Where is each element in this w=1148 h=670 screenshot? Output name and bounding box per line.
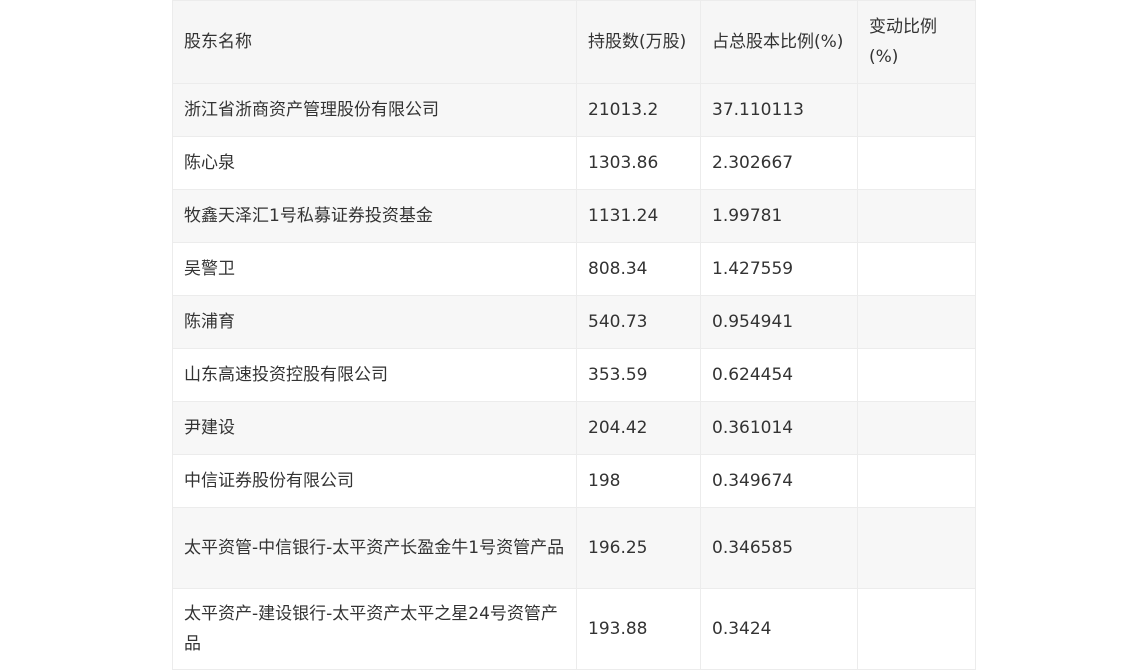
table-header-row: 股东名称 持股数(万股) 占总股本比例(%) 变动比例(%) (172, 0, 976, 84)
shareholder-table-container: 股东名称 持股数(万股) 占总股本比例(%) 变动比例(%) 浙江省浙商资产管理… (172, 0, 976, 670)
cell-shares: 196.25 (576, 507, 701, 589)
cell-ratio: 2.302667 (700, 136, 858, 190)
header-shareholder-name: 股东名称 (172, 0, 577, 84)
header-share-ratio: 占总股本比例(%) (700, 0, 858, 84)
cell-shares: 1303.86 (576, 136, 701, 190)
cell-name: 陈心泉 (172, 136, 577, 190)
cell-shares: 353.59 (576, 348, 701, 402)
cell-change (857, 242, 976, 296)
cell-change (857, 588, 976, 670)
cell-change (857, 136, 976, 190)
cell-name: 中信证券股份有限公司 (172, 454, 577, 508)
table-row: 山东高速投资控股有限公司 353.59 0.624454 (172, 348, 976, 402)
cell-shares: 193.88 (576, 588, 701, 670)
cell-change (857, 295, 976, 349)
table-row: 陈心泉 1303.86 2.302667 (172, 136, 976, 190)
cell-shares: 21013.2 (576, 83, 701, 137)
cell-change (857, 83, 976, 137)
cell-name: 吴警卫 (172, 242, 577, 296)
cell-name: 浙江省浙商资产管理股份有限公司 (172, 83, 577, 137)
cell-ratio: 0.954941 (700, 295, 858, 349)
cell-ratio: 0.624454 (700, 348, 858, 402)
cell-ratio: 0.346585 (700, 507, 858, 589)
cell-change (857, 348, 976, 402)
cell-name: 山东高速投资控股有限公司 (172, 348, 577, 402)
cell-change (857, 401, 976, 455)
cell-shares: 198 (576, 454, 701, 508)
cell-change (857, 507, 976, 589)
table-row: 尹建设 204.42 0.361014 (172, 401, 976, 455)
shareholder-table: 股东名称 持股数(万股) 占总股本比例(%) 变动比例(%) 浙江省浙商资产管理… (172, 0, 976, 670)
table-row: 浙江省浙商资产管理股份有限公司 21013.2 37.110113 (172, 83, 976, 137)
cell-name: 太平资产-建设银行-太平资产太平之星24号资管产品 (172, 588, 577, 670)
cell-name: 陈浦育 (172, 295, 577, 349)
cell-name: 尹建设 (172, 401, 577, 455)
header-change-ratio: 变动比例(%) (857, 0, 976, 84)
cell-ratio: 0.349674 (700, 454, 858, 508)
cell-shares: 808.34 (576, 242, 701, 296)
table-row: 中信证券股份有限公司 198 0.349674 (172, 454, 976, 508)
table-row: 牧鑫天泽汇1号私募证券投资基金 1131.24 1.99781 (172, 189, 976, 243)
cell-ratio: 0.361014 (700, 401, 858, 455)
cell-shares: 540.73 (576, 295, 701, 349)
table-row: 太平资产-建设银行-太平资产太平之星24号资管产品 193.88 0.3424 (172, 588, 976, 670)
cell-shares: 204.42 (576, 401, 701, 455)
cell-ratio: 1.427559 (700, 242, 858, 296)
cell-change (857, 189, 976, 243)
cell-name: 牧鑫天泽汇1号私募证券投资基金 (172, 189, 577, 243)
cell-name: 太平资管-中信银行-太平资产长盈金牛1号资管产品 (172, 507, 577, 589)
cell-shares: 1131.24 (576, 189, 701, 243)
cell-ratio: 0.3424 (700, 588, 858, 670)
cell-ratio: 1.99781 (700, 189, 858, 243)
header-shares-held: 持股数(万股) (576, 0, 701, 84)
cell-change (857, 454, 976, 508)
table-row: 吴警卫 808.34 1.427559 (172, 242, 976, 296)
cell-ratio: 37.110113 (700, 83, 858, 137)
table-row: 陈浦育 540.73 0.954941 (172, 295, 976, 349)
table-row: 太平资管-中信银行-太平资产长盈金牛1号资管产品 196.25 0.346585 (172, 507, 976, 589)
